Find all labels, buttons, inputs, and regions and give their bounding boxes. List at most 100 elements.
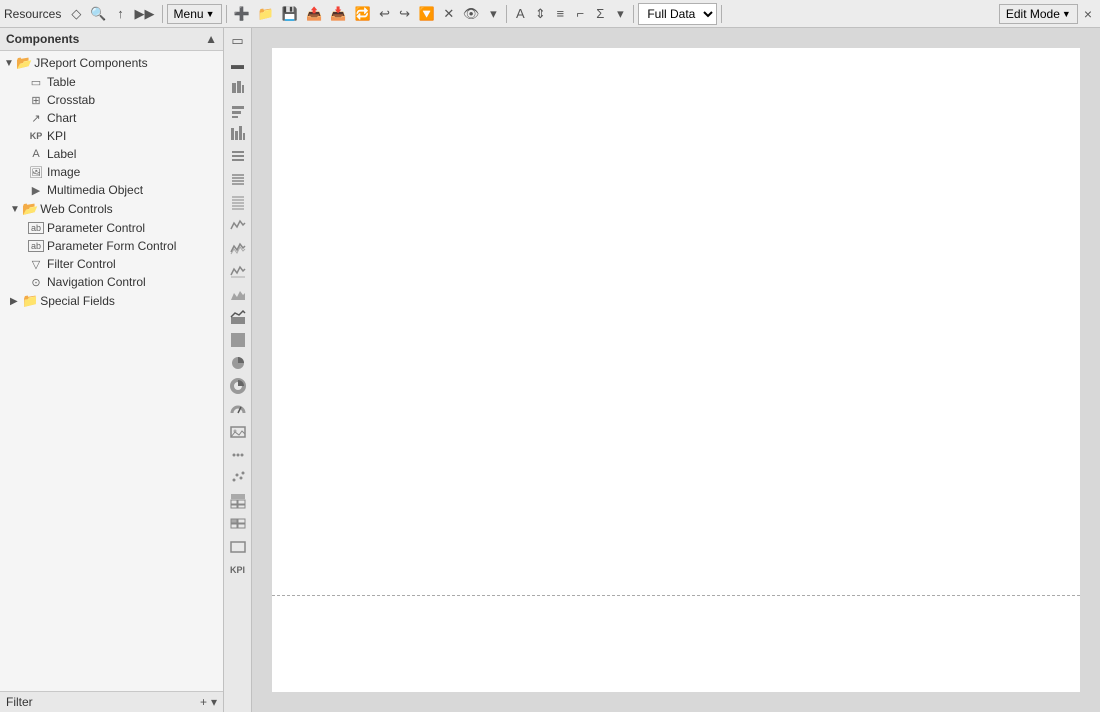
icon-tool-wave2[interactable] — [226, 237, 250, 259]
toolbar-btn-search[interactable]: 🔍 — [87, 3, 109, 25]
toolbar-btn-forward[interactable]: ▶▶ — [132, 3, 158, 25]
close-button[interactable]: × — [1080, 4, 1096, 24]
icon-tool-table[interactable] — [226, 490, 250, 512]
separator-1 — [162, 5, 163, 23]
icon-tool-scatter[interactable] — [226, 467, 250, 489]
tree-item-label[interactable]: A Label — [0, 145, 223, 163]
webcontrols-group-header[interactable]: ▼ 📂 Web Controls — [0, 199, 223, 219]
toolbar-btn-upload[interactable]: 📤 — [303, 3, 325, 25]
toolbar-btn-up[interactable]: ↑ — [112, 3, 130, 25]
separator-3 — [506, 5, 507, 23]
icon-tool-list2[interactable] — [226, 168, 250, 190]
icon-tool-bar1[interactable] — [226, 76, 250, 98]
jreport-group-header[interactable]: ▼ 📂 JReport Components — [0, 53, 223, 73]
icon-tool-bar2[interactable] — [226, 99, 250, 121]
paramformcontrol-icon: ab — [28, 240, 44, 252]
separator-4 — [633, 5, 634, 23]
jreport-label: JReport Components — [34, 56, 147, 70]
toolbar-btn-save[interactable]: 💾 — [279, 3, 301, 25]
icon-tool-list3[interactable] — [226, 191, 250, 213]
tree-item-paramcontrol[interactable]: ab Parameter Control — [0, 219, 223, 237]
icon-tool-gauge[interactable] — [226, 398, 250, 420]
icon-tool-bar3[interactable] — [226, 122, 250, 144]
canvas-dashed-line — [272, 595, 1080, 596]
edit-mode-button[interactable]: Edit Mode ▼ — [999, 4, 1078, 24]
full-data-select[interactable]: Full Data — [638, 3, 717, 25]
icon-tool-table2[interactable] — [226, 513, 250, 535]
components-collapse-btn[interactable]: ▲ — [205, 32, 217, 46]
navcontrol-label: Navigation Control — [47, 275, 146, 289]
webcontrols-group: ▼ 📂 Web Controls ab Parameter Control ab… — [0, 199, 223, 291]
toolbar-btn-list[interactable]: ≡ — [551, 3, 569, 25]
toolbar-btn-eye[interactable]: 👁 — [460, 3, 483, 25]
menu-button[interactable]: Menu ▼ — [167, 4, 222, 24]
tree-item-image[interactable]: 🖼 Image — [0, 163, 223, 181]
label-icon: A — [28, 148, 44, 160]
icon-tool-list1[interactable] — [226, 145, 250, 167]
tree-item-kpi[interactable]: KP KPI — [0, 127, 223, 145]
tree-item-navcontrol[interactable]: ⊙ Navigation Control — [0, 273, 223, 291]
multimedia-icon: ▶ — [28, 184, 44, 197]
icon-tool-area[interactable] — [226, 283, 250, 305]
icon-tool-kpi[interactable]: KPI — [226, 559, 250, 581]
main-area: Components ▲ ▼ 📂 JReport Components ▭ Ta… — [0, 28, 1100, 712]
tree-item-crosstab[interactable]: ⊞ Crosstab — [0, 91, 223, 109]
toolbar-btn-add[interactable]: ➕ — [231, 3, 253, 25]
webcontrols-label: Web Controls — [40, 202, 112, 216]
icon-tool-filled-bar2[interactable] — [226, 329, 250, 351]
jreport-folder-icon: 📂 — [16, 55, 32, 71]
toolbar-btn-filter[interactable]: 🔽 — [416, 3, 438, 25]
separator-2 — [226, 5, 227, 23]
webcontrols-folder-icon: 📂 — [22, 201, 38, 217]
tree-item-multimedia[interactable]: ▶ Multimedia Object — [0, 181, 223, 199]
icon-tool-rect[interactable]: ▭ — [226, 30, 250, 52]
filter-label: Filter — [6, 695, 33, 709]
jreport-group: ▼ 📂 JReport Components ▭ Table ⊞ Crossta… — [0, 53, 223, 199]
toolbar-btn-align[interactable]: ⇕ — [531, 3, 549, 25]
icon-tool-filled-bar[interactable] — [226, 306, 250, 328]
icon-tool-donut[interactable] — [226, 375, 250, 397]
toolbar-btn-corner[interactable]: ⌐ — [571, 3, 589, 25]
specialfields-expand-icon: ▶ — [10, 296, 20, 307]
toolbar-btn-a[interactable]: A — [511, 3, 529, 25]
specialfields-group-header[interactable]: ▶ 📁 Special Fields — [0, 291, 223, 311]
icon-tool-rect2[interactable]: ▬ — [226, 53, 250, 75]
toolbar-btn-chevron[interactable]: ▾ — [484, 3, 502, 25]
icon-tool-wave1[interactable] — [226, 214, 250, 236]
crosstab-label: Crosstab — [47, 93, 95, 107]
separator-5 — [721, 5, 722, 23]
filter-collapse-btn[interactable]: ▾ — [211, 695, 217, 709]
components-header: Components ▲ — [0, 28, 223, 51]
filtercontrol-icon: ▽ — [28, 258, 44, 271]
top-toolbar: Resources ◇ 🔍 ↑ ▶▶ Menu ▼ ➕ 📁 💾 📤 📥 🔁 ↩ … — [0, 0, 1100, 28]
tree-item-paramformcontrol[interactable]: ab Parameter Form Control — [0, 237, 223, 255]
specialfields-label: Special Fields — [40, 294, 115, 308]
toolbar-btn-folder[interactable]: 📁 — [255, 3, 277, 25]
tree-item-chart[interactable]: ↗ Chart — [0, 109, 223, 127]
icon-tool-dots[interactable] — [226, 444, 250, 466]
edit-mode-arrow: ▼ — [1062, 9, 1071, 19]
canvas-area — [252, 28, 1100, 712]
paramcontrol-label: Parameter Control — [47, 221, 145, 235]
icon-tool-image[interactable] — [226, 421, 250, 443]
tree-item-table[interactable]: ▭ Table — [0, 73, 223, 91]
filter-add-btn[interactable]: + — [200, 695, 207, 709]
filter-bar: Filter + ▾ — [0, 691, 223, 712]
toolbar-btn-close-x[interactable]: ✕ — [440, 3, 458, 25]
toolbar-btn-sigma[interactable]: Σ — [591, 3, 609, 25]
toolbar-btn-redo[interactable]: ↪ — [396, 3, 414, 25]
toolbar-btn-download[interactable]: 📥 — [327, 3, 349, 25]
specialfields-group: ▶ 📁 Special Fields — [0, 291, 223, 311]
toolbar-btn-chevron2[interactable]: ▾ — [611, 3, 629, 25]
left-panel: Components ▲ ▼ 📂 JReport Components ▭ Ta… — [0, 28, 224, 712]
kpi-icon: KP — [28, 131, 44, 141]
icon-tool-rect3[interactable] — [226, 536, 250, 558]
multimedia-label: Multimedia Object — [47, 183, 143, 197]
icon-tool-pie[interactable] — [226, 352, 250, 374]
toolbar-btn-diamond[interactable]: ◇ — [67, 3, 85, 25]
tree-item-filtercontrol[interactable]: ▽ Filter Control — [0, 255, 223, 273]
icon-tool-wave3[interactable] — [226, 260, 250, 282]
toolbar-btn-undo[interactable]: ↩ — [376, 3, 394, 25]
toolbar-btn-refresh[interactable]: 🔁 — [351, 3, 373, 25]
canvas-inner — [272, 48, 1080, 692]
